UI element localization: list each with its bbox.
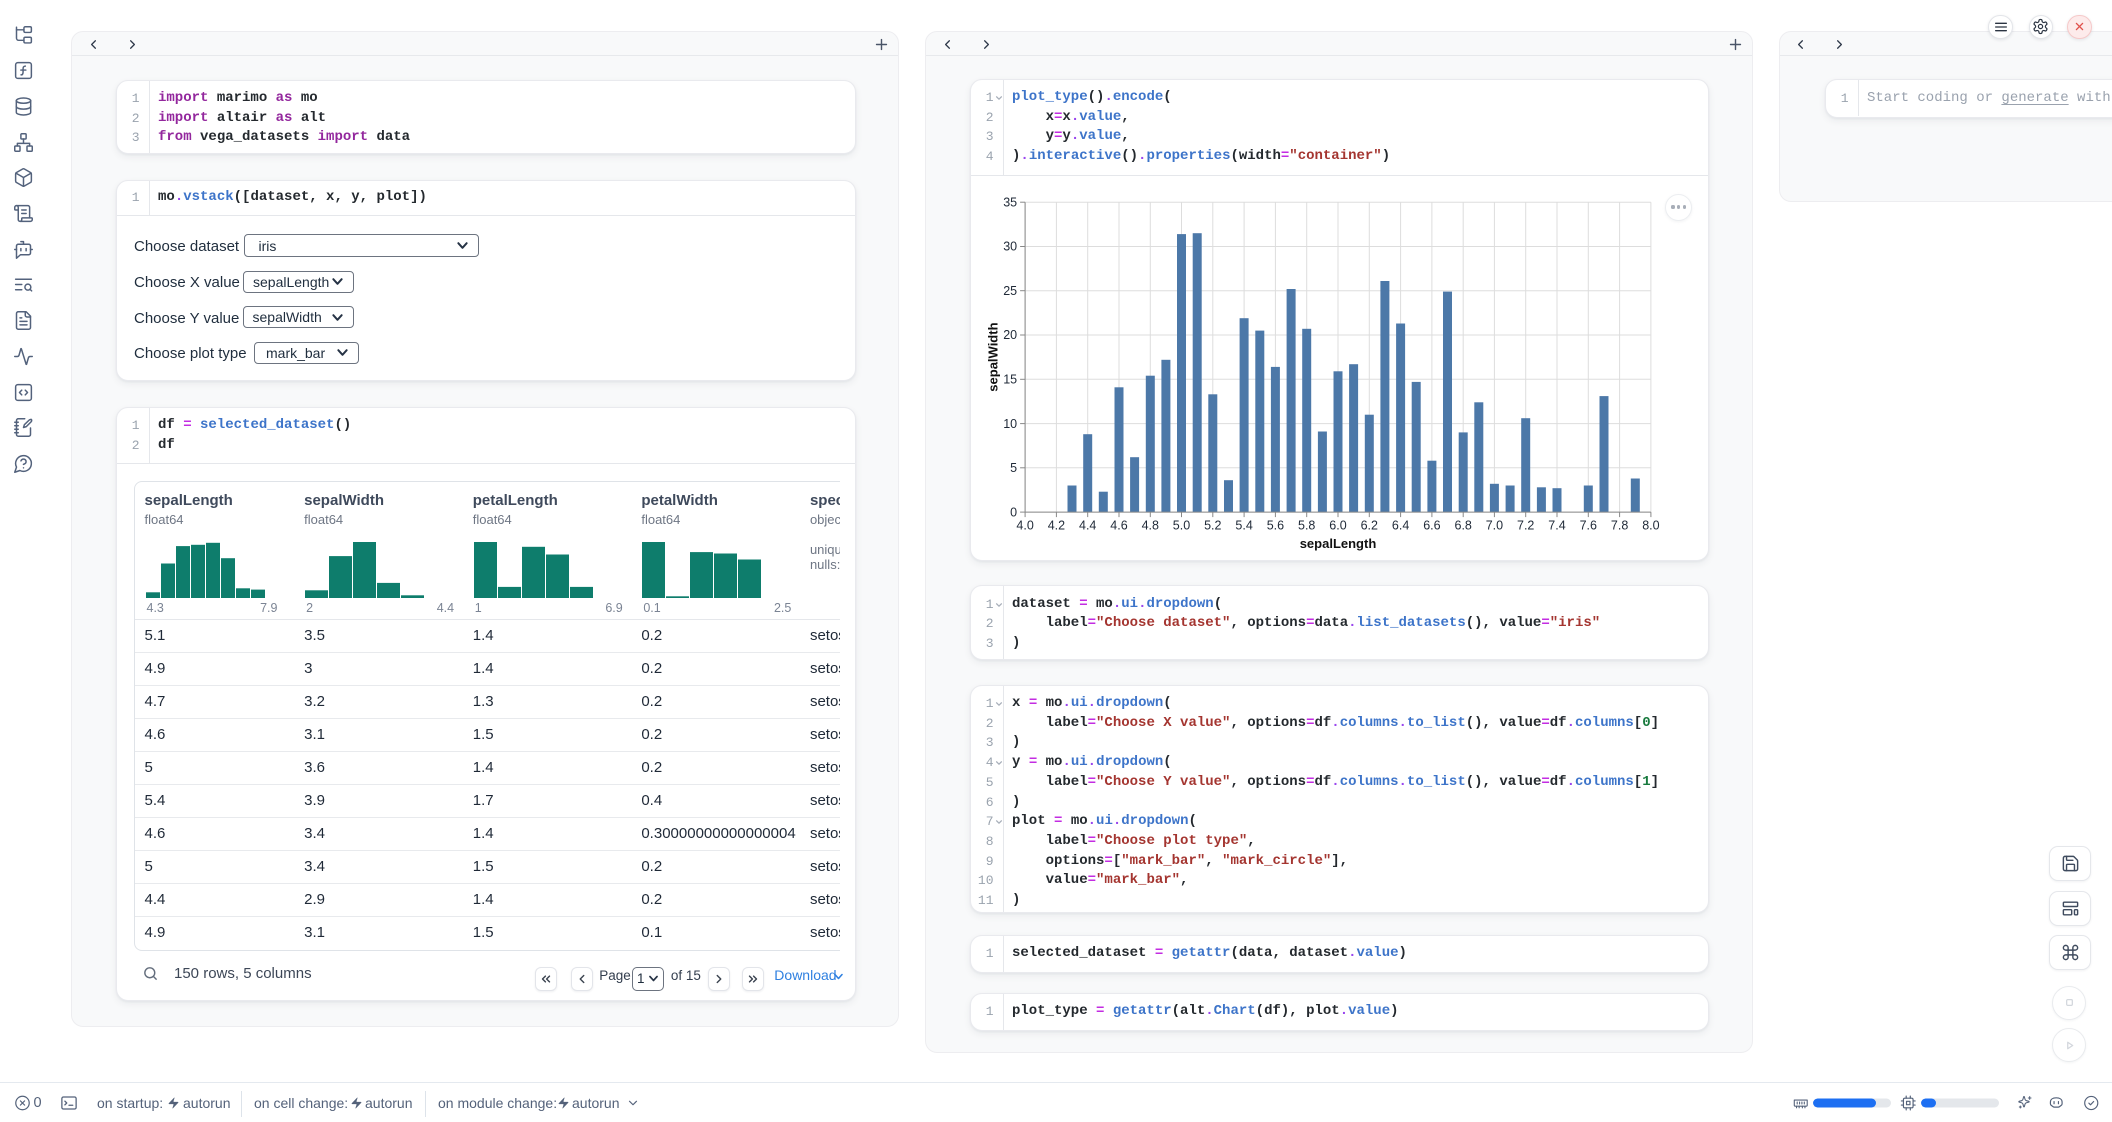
svg-text:6.0: 6.0	[1329, 519, 1346, 533]
svg-text:5: 5	[1010, 461, 1017, 475]
svg-text:6.8: 6.8	[1454, 519, 1471, 533]
svg-text:7.8: 7.8	[1610, 519, 1627, 533]
svg-text:5.4: 5.4	[1235, 519, 1252, 533]
svg-text:sepalLength: sepalLength	[1299, 536, 1376, 551]
svg-text:0: 0	[1010, 505, 1017, 519]
svg-text:5.6: 5.6	[1266, 519, 1283, 533]
svg-text:7.4: 7.4	[1548, 519, 1565, 533]
svg-text:4.4: 4.4	[1079, 519, 1096, 533]
svg-text:sepalWidth: sepalWidth	[985, 322, 1000, 391]
svg-text:8.0: 8.0	[1642, 519, 1659, 533]
svg-text:4.8: 4.8	[1141, 519, 1158, 533]
svg-text:10: 10	[1003, 417, 1017, 431]
svg-text:4.6: 4.6	[1110, 519, 1127, 533]
svg-text:6.6: 6.6	[1423, 519, 1440, 533]
svg-text:5.8: 5.8	[1298, 519, 1315, 533]
svg-text:7.6: 7.6	[1579, 519, 1596, 533]
svg-text:30: 30	[1003, 240, 1017, 254]
svg-text:20: 20	[1003, 328, 1017, 342]
svg-text:4.0: 4.0	[1016, 519, 1033, 533]
svg-text:5.0: 5.0	[1172, 519, 1189, 533]
svg-text:6.4: 6.4	[1391, 519, 1408, 533]
svg-text:6.2: 6.2	[1360, 519, 1377, 533]
svg-text:7.2: 7.2	[1517, 519, 1534, 533]
svg-text:7.0: 7.0	[1485, 519, 1502, 533]
svg-text:35: 35	[1003, 195, 1017, 209]
svg-text:25: 25	[1003, 284, 1017, 298]
svg-text:15: 15	[1003, 373, 1017, 387]
svg-text:4.2: 4.2	[1047, 519, 1064, 533]
svg-text:5.2: 5.2	[1204, 519, 1221, 533]
